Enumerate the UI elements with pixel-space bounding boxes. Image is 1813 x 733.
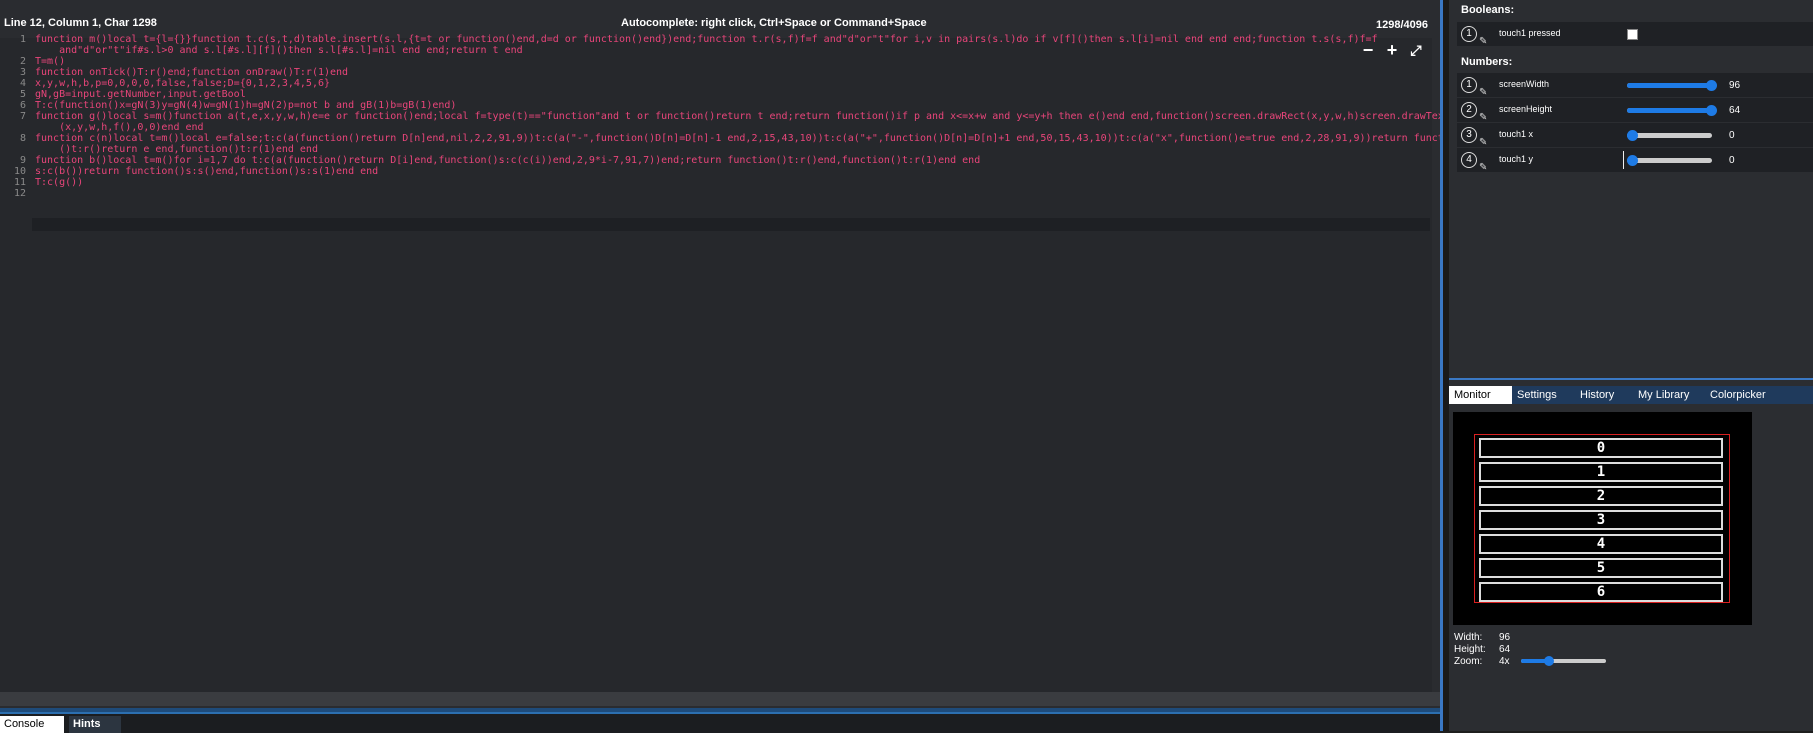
text-cursor xyxy=(1623,151,1624,169)
tab-my-library[interactable]: My Library xyxy=(1633,386,1706,404)
slider-fill xyxy=(1627,83,1712,88)
pencil-icon[interactable]: ✎ xyxy=(1479,137,1489,148)
line-number: 12 xyxy=(13,188,26,199)
code-line[interactable]: T:c(g()) xyxy=(35,176,83,189)
width-label: Width: xyxy=(1454,632,1483,643)
row-index: 2 xyxy=(1461,102,1477,118)
expand-icon[interactable]: ⤢ xyxy=(1406,40,1426,60)
row-index: 1 xyxy=(1461,77,1477,93)
slider-fill xyxy=(1627,108,1712,113)
numbers-title: Numbers: xyxy=(1461,56,1513,68)
slider-knob[interactable] xyxy=(1706,80,1717,91)
number-row: 1 ✎ screenWidth 96 xyxy=(1457,73,1813,98)
pencil-icon[interactable]: ✎ xyxy=(1479,87,1489,98)
number-slider[interactable] xyxy=(1627,80,1717,91)
line-number: 4 xyxy=(19,78,26,89)
boolean-row: 1 ✎ touch1 pressed xyxy=(1457,22,1813,47)
editor-pane: Line 12, Column 1, Char 1298 Autocomplet… xyxy=(0,0,1468,733)
code-editor[interactable]: 1 2 3 4 5 6 7 8 9 10 11 12 function m()l… xyxy=(0,34,1468,692)
number-row: 4 ✎ touch1 y 0 xyxy=(1457,148,1813,173)
number-row: 3 ✎ touch1 x 0 xyxy=(1457,123,1813,148)
line-number: 8 xyxy=(19,133,26,144)
pencil-icon[interactable]: ✎ xyxy=(1479,162,1489,173)
row-index: 4 xyxy=(1461,152,1477,168)
booleans-title: Booleans: xyxy=(1461,4,1515,16)
line-number: 7 xyxy=(19,111,26,122)
line-number: 2 xyxy=(19,56,26,67)
plus-icon[interactable]: + xyxy=(1382,40,1402,60)
row-index: 1 xyxy=(1461,26,1477,42)
tab-hints[interactable]: Hints xyxy=(69,716,121,733)
number-value: 0 xyxy=(1729,130,1735,141)
tab-history[interactable]: History xyxy=(1575,386,1636,404)
row-index: 3 xyxy=(1461,127,1477,143)
zoom-slider[interactable] xyxy=(1521,656,1606,666)
number-value: 0 xyxy=(1729,155,1735,166)
input-properties: Booleans: 1 ✎ touch1 pressed Numbers: 1 … xyxy=(1453,0,1813,370)
width-value: 96 xyxy=(1499,632,1511,643)
pencil-icon[interactable]: ✎ xyxy=(1479,36,1489,47)
slider-knob[interactable] xyxy=(1627,130,1638,141)
slider-knob[interactable] xyxy=(1544,656,1555,666)
cursor-position-status: Line 12, Column 1, Char 1298 xyxy=(4,17,157,29)
boolean-label: touch1 pressed xyxy=(1499,28,1561,38)
right-panel: Booleans: 1 ✎ touch1 pressed Numbers: 1 … xyxy=(1449,0,1813,731)
editor-zoom-controls: − + ⤢ xyxy=(1358,40,1428,60)
tab-settings[interactable]: Settings xyxy=(1512,386,1575,404)
line-number: 6 xyxy=(19,100,26,111)
monitor-button-3[interactable]: 3 xyxy=(1479,510,1723,530)
monitor-button-5[interactable]: 5 xyxy=(1479,558,1723,578)
tab-colorpicker[interactable]: Colorpicker xyxy=(1705,386,1813,404)
tab-console[interactable]: Console xyxy=(0,716,64,733)
number-value: 96 xyxy=(1729,80,1741,91)
code-line[interactable]: and"d"or"t"if#s.l>0 and s.l[#s.l][f]()th… xyxy=(35,44,523,57)
line-number: 5 xyxy=(19,89,26,100)
line-number: 1 xyxy=(19,34,26,45)
monitor-button-4[interactable]: 4 xyxy=(1479,534,1723,554)
pencil-icon[interactable]: ✎ xyxy=(1479,112,1489,123)
slider-knob[interactable] xyxy=(1627,155,1638,166)
slider-knob[interactable] xyxy=(1706,105,1717,116)
number-label: touch1 x xyxy=(1499,129,1534,139)
number-slider[interactable] xyxy=(1627,155,1712,166)
number-label: screenWidth xyxy=(1499,79,1550,89)
monitor-button-0[interactable]: 0 xyxy=(1479,438,1723,458)
panel-divider[interactable] xyxy=(1449,378,1813,380)
character-count: 1298/4096 xyxy=(1376,19,1428,31)
number-slider[interactable] xyxy=(1627,130,1712,141)
minus-icon[interactable]: − xyxy=(1358,40,1378,60)
horizontal-scrollbar[interactable] xyxy=(0,692,1440,706)
code-line[interactable]: function g()local s=m()function a(t,e,x,… xyxy=(35,110,1468,123)
number-label: touch1 y xyxy=(1499,154,1534,164)
code-line[interactable]: s:c(b())return function()s:s()end,functi… xyxy=(35,165,378,178)
monitor-screen[interactable]: 0 1 2 3 4 5 6 xyxy=(1453,412,1752,625)
line-number: 9 xyxy=(19,155,26,166)
number-row: 2 ✎ screenHeight 64 xyxy=(1457,98,1813,123)
console-panel: Console Hints xyxy=(0,712,1440,733)
monitor-button-6[interactable]: 6 xyxy=(1479,582,1723,602)
number-slider[interactable] xyxy=(1627,105,1717,116)
tab-monitor[interactable]: Monitor xyxy=(1449,386,1514,404)
monitor-button-2[interactable]: 2 xyxy=(1479,486,1723,506)
right-tab-bar: Monitor Settings History My Library Colo… xyxy=(1449,386,1813,406)
autocomplete-hint: Autocomplete: right click, Ctrl+Space or… xyxy=(621,17,927,29)
zoom-label: Zoom: xyxy=(1454,656,1483,667)
number-label: screenHeight xyxy=(1499,104,1553,114)
number-value: 64 xyxy=(1729,105,1741,116)
line-number: 11 xyxy=(13,177,26,188)
line-number: 10 xyxy=(13,166,26,177)
line-number: 3 xyxy=(19,67,26,78)
zoom-value: 4x xyxy=(1499,656,1510,667)
monitor-button-1[interactable]: 1 xyxy=(1479,462,1723,482)
active-line-highlight xyxy=(32,218,1430,231)
height-value: 64 xyxy=(1499,644,1511,655)
height-label: Height: xyxy=(1454,644,1486,655)
screen-bounds: 0 1 2 3 4 5 6 xyxy=(1474,434,1730,603)
boolean-checkbox[interactable] xyxy=(1627,29,1638,40)
